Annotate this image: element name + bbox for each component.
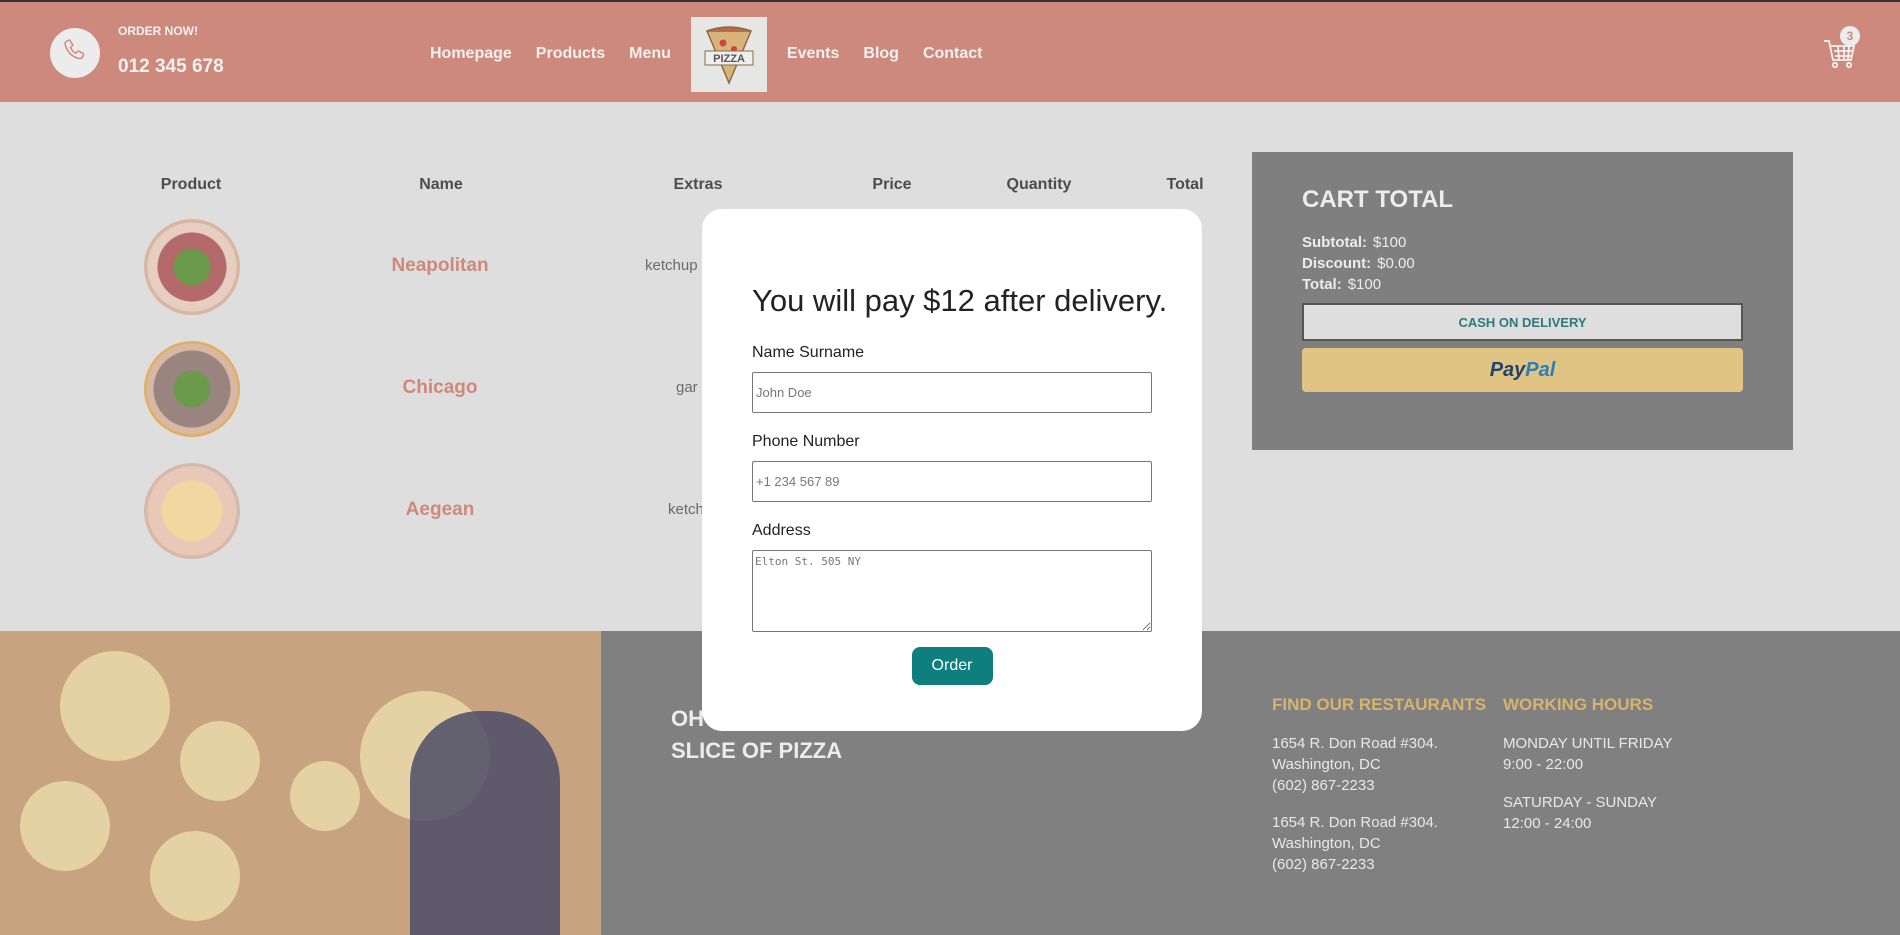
order-button[interactable]: Order	[911, 647, 993, 685]
restaurant-phone: (602) 867-2233	[1272, 777, 1375, 794]
nav-item-homepage[interactable]: Homepage	[430, 45, 512, 63]
column-header-name: Name	[419, 176, 463, 193]
navbar: ORDER NOW! 012 345 678 Homepage Products…	[0, 0, 1900, 102]
restaurant-address: 1654 R. Don Road #304. Washington, DC (6…	[1272, 733, 1486, 796]
subtotal-label: Subtotal:	[1302, 234, 1367, 251]
nav-item-menu[interactable]: Menu	[629, 45, 671, 63]
total-value: $100	[1347, 276, 1382, 293]
restaurant-address: 1654 R. Don Road #304. Washington, DC (6…	[1272, 812, 1486, 875]
paypal-logo-part2: Pal	[1525, 358, 1556, 381]
slogan-line-2: SLICE OF PIZZA	[671, 738, 843, 763]
phone-number[interactable]: 012 345 678	[118, 56, 224, 78]
hours-time: 12:00 - 24:00	[1503, 815, 1592, 832]
hours-days: SATURDAY - SUNDAY	[1503, 794, 1657, 811]
call-texts: ORDER NOW! 012 345 678	[118, 24, 224, 78]
address-label: Address	[752, 522, 811, 539]
nav-item-events[interactable]: Events	[787, 45, 839, 63]
nav-item-contact[interactable]: Contact	[923, 45, 983, 63]
discount-line: Discount: $0.00	[1302, 253, 1743, 274]
address-textarea[interactable]	[752, 550, 1152, 632]
restaurant-phone: (602) 867-2233	[1272, 856, 1375, 873]
product-image	[144, 463, 240, 559]
product-extras: gar	[676, 379, 698, 396]
restaurants-column: FIND OUR RESTAURANTS 1654 R. Don Road #3…	[1272, 695, 1486, 891]
product-extras: ketchup	[645, 257, 698, 274]
discount-label: Discount:	[1302, 255, 1372, 272]
hours-entry: MONDAY UNTIL FRIDAY 9:00 - 22:00	[1503, 733, 1672, 775]
restaurant-street: 1654 R. Don Road #304.	[1272, 814, 1438, 831]
cart-total-title: CART TOTAL	[1302, 186, 1454, 213]
restaurant-city: Washington, DC	[1272, 756, 1381, 773]
name-label: Name Surname	[752, 344, 865, 361]
restaurant-street: 1654 R. Don Road #304.	[1272, 735, 1438, 752]
cart-button[interactable]: 3	[1822, 26, 1862, 70]
paypal-button[interactable]: Pay Pal	[1302, 348, 1743, 392]
discount-value: $0.00	[1377, 255, 1415, 272]
product-name: Neapolitan	[391, 255, 489, 276]
phone-input[interactable]	[752, 461, 1152, 502]
restaurants-title: FIND OUR RESTAURANTS	[1272, 695, 1487, 714]
phone-label: Phone Number	[752, 433, 860, 450]
cart-count-badge: 3	[1840, 26, 1860, 46]
hours-time: 9:00 - 22:00	[1503, 756, 1584, 773]
column-header-quantity: Quantity	[1006, 176, 1072, 193]
column-header-total: Total	[1166, 176, 1204, 193]
subtotal-value: $100	[1373, 234, 1407, 251]
call-section: ORDER NOW! 012 345 678	[50, 24, 224, 78]
product-name: Aegean	[405, 499, 475, 520]
modal-title: You will pay $12 after delivery.	[752, 283, 1168, 318]
order-now-label: ORDER NOW!	[118, 24, 198, 38]
nav-item-products[interactable]: Products	[536, 45, 605, 63]
hours-column: WORKING HOURS MONDAY UNTIL FRIDAY 9:00 -…	[1503, 695, 1672, 850]
product-extras: ketch	[668, 501, 704, 518]
restaurant-city: Washington, DC	[1272, 835, 1381, 852]
wine-glass	[410, 711, 560, 935]
product-name: Chicago	[402, 377, 478, 398]
subtotal-line: Subtotal: $100	[1302, 232, 1743, 253]
column-header-extras: Extras	[673, 176, 723, 193]
column-header-product: Product	[160, 176, 222, 193]
hours-entry: SATURDAY - SUNDAY 12:00 - 24:00	[1503, 792, 1672, 834]
cart-total-panel: CART TOTAL Subtotal: $100 Discount: $0.00 …	[1252, 152, 1793, 450]
column-header-price: Price	[872, 176, 912, 193]
order-modal: You will pay $12 after delivery. Name Su…	[702, 209, 1202, 731]
main-nav: Homepage Products Menu PIZZA Events Blog…	[430, 16, 1007, 92]
product-image	[144, 219, 240, 315]
footer-background-image	[0, 631, 601, 935]
hours-title: WORKING HOURS	[1503, 695, 1654, 714]
name-input[interactable]	[752, 372, 1152, 413]
nav-item-blog[interactable]: Blog	[863, 45, 899, 63]
cash-on-delivery-button[interactable]: CASH ON DELIVERY	[1302, 303, 1743, 341]
product-image	[144, 341, 240, 437]
phone-call-button[interactable]	[50, 28, 100, 78]
phone-icon	[60, 36, 90, 71]
total-line: Total: $100	[1302, 274, 1743, 295]
hours-days: MONDAY UNTIL FRIDAY	[1503, 735, 1673, 752]
paypal-logo-part1: Pay	[1489, 358, 1526, 381]
total-label: Total:	[1302, 276, 1342, 293]
logo-text: PIZZA	[713, 53, 745, 65]
pizza-logo[interactable]: PIZZA	[690, 16, 767, 92]
